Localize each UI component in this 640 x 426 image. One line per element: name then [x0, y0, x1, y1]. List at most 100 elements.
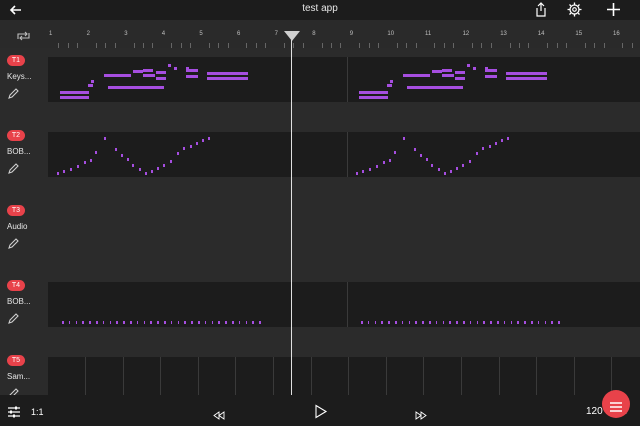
midi-note[interactable] — [390, 80, 393, 83]
midi-note[interactable] — [407, 86, 463, 89]
midi-note[interactable] — [198, 321, 200, 324]
track-header-4[interactable]: T4 BOB... — [0, 280, 48, 330]
midi-note[interactable] — [395, 321, 397, 324]
midi-note[interactable] — [202, 139, 204, 142]
midi-note[interactable] — [376, 165, 378, 168]
midi-note[interactable] — [537, 321, 540, 324]
midi-note[interactable] — [104, 137, 106, 140]
midi-note[interactable] — [136, 321, 139, 324]
midi-note[interactable] — [362, 170, 364, 173]
midi-note[interactable] — [225, 321, 227, 324]
midi-note[interactable] — [517, 321, 519, 324]
midi-note[interactable] — [121, 154, 123, 157]
midi-note[interactable] — [245, 321, 248, 324]
midi-note[interactable] — [426, 158, 428, 161]
midi-note[interactable] — [463, 321, 465, 324]
midi-note[interactable] — [207, 77, 248, 80]
mixer-sliders-icon[interactable] — [7, 405, 21, 419]
midi-note[interactable] — [84, 161, 86, 164]
midi-note[interactable] — [531, 321, 533, 324]
midi-note[interactable] — [75, 321, 78, 324]
loop-icon[interactable] — [15, 29, 32, 41]
pencil-icon[interactable] — [7, 312, 19, 324]
midi-note[interactable] — [473, 67, 476, 70]
midi-note[interactable] — [476, 321, 479, 324]
midi-note[interactable] — [442, 69, 452, 72]
midi-note[interactable] — [102, 321, 105, 324]
midi-note[interactable] — [524, 321, 526, 324]
midi-note[interactable] — [497, 321, 499, 324]
midi-note[interactable] — [467, 64, 470, 67]
play-icon[interactable] — [314, 404, 328, 419]
midi-note[interactable] — [482, 147, 484, 150]
midi-note[interactable] — [164, 321, 166, 324]
midi-note[interactable] — [190, 145, 192, 148]
midi-note[interactable] — [88, 84, 93, 87]
midi-note[interactable] — [90, 159, 92, 162]
midi-note[interactable] — [70, 168, 72, 171]
midi-note[interactable] — [415, 321, 417, 324]
midi-note[interactable] — [435, 321, 438, 324]
midi-note[interactable] — [383, 161, 385, 164]
track-header-5[interactable]: T5 Sam... — [0, 355, 48, 395]
midi-note[interactable] — [495, 142, 497, 145]
add-plus-icon[interactable] — [606, 2, 621, 17]
midi-note[interactable] — [95, 151, 97, 154]
midi-note[interactable] — [442, 321, 445, 324]
timeline-ruler[interactable]: 1 2 3 4 5 6 7 8 9 10 11 12 13 14 15 16 — [0, 20, 640, 48]
track-lane-3[interactable] — [48, 207, 640, 252]
midi-note[interactable] — [177, 321, 180, 324]
midi-note[interactable] — [116, 321, 118, 324]
midi-note[interactable] — [77, 165, 79, 168]
midi-note[interactable] — [387, 84, 392, 87]
midi-note[interactable] — [139, 168, 141, 171]
pencil-icon[interactable] — [7, 237, 19, 249]
midi-note[interactable] — [469, 160, 471, 163]
midi-note[interactable] — [414, 148, 416, 151]
midi-note[interactable] — [109, 321, 112, 324]
midi-note[interactable] — [196, 142, 198, 145]
share-icon[interactable] — [534, 2, 548, 17]
midi-note[interactable] — [359, 96, 388, 99]
midi-note[interactable] — [232, 321, 234, 324]
midi-note[interactable] — [490, 321, 492, 324]
midi-note[interactable] — [133, 70, 143, 73]
midi-note[interactable] — [381, 321, 383, 324]
midi-note[interactable] — [403, 137, 405, 140]
midi-note[interactable] — [132, 164, 134, 167]
midi-note[interactable] — [143, 74, 155, 77]
midi-note[interactable] — [361, 321, 363, 324]
midi-note[interactable] — [356, 172, 358, 175]
midi-note[interactable] — [450, 170, 452, 173]
midi-note[interactable] — [469, 321, 472, 324]
midi-note[interactable] — [130, 321, 132, 324]
midi-note[interactable] — [60, 91, 89, 94]
midi-note[interactable] — [369, 168, 371, 171]
midi-note[interactable] — [503, 321, 506, 324]
fast-forward-icon[interactable] — [415, 407, 427, 420]
midi-note[interactable] — [143, 321, 146, 324]
midi-note[interactable] — [259, 321, 261, 324]
midi-note[interactable] — [444, 172, 446, 175]
midi-note[interactable] — [485, 75, 497, 78]
midi-note[interactable] — [108, 86, 164, 89]
midi-note[interactable] — [252, 321, 254, 324]
midi-note[interactable] — [170, 160, 172, 163]
midi-note[interactable] — [485, 69, 497, 72]
settings-gear-icon[interactable] — [567, 2, 582, 17]
track-lane-5[interactable] — [48, 357, 640, 395]
midi-note[interactable] — [389, 159, 391, 162]
midi-note[interactable] — [422, 321, 424, 324]
playhead-line[interactable] — [291, 40, 292, 395]
midi-note[interactable] — [174, 67, 177, 70]
midi-note[interactable] — [394, 151, 396, 154]
midi-note[interactable] — [506, 72, 547, 75]
pencil-icon[interactable] — [7, 387, 19, 395]
midi-note[interactable] — [62, 321, 64, 324]
zoom-ratio[interactable]: 1:1 — [31, 407, 44, 417]
midi-note[interactable] — [186, 75, 198, 78]
midi-note[interactable] — [374, 321, 377, 324]
track-lane-2[interactable] — [48, 132, 640, 177]
midi-note[interactable] — [476, 152, 478, 155]
midi-note[interactable] — [429, 321, 431, 324]
